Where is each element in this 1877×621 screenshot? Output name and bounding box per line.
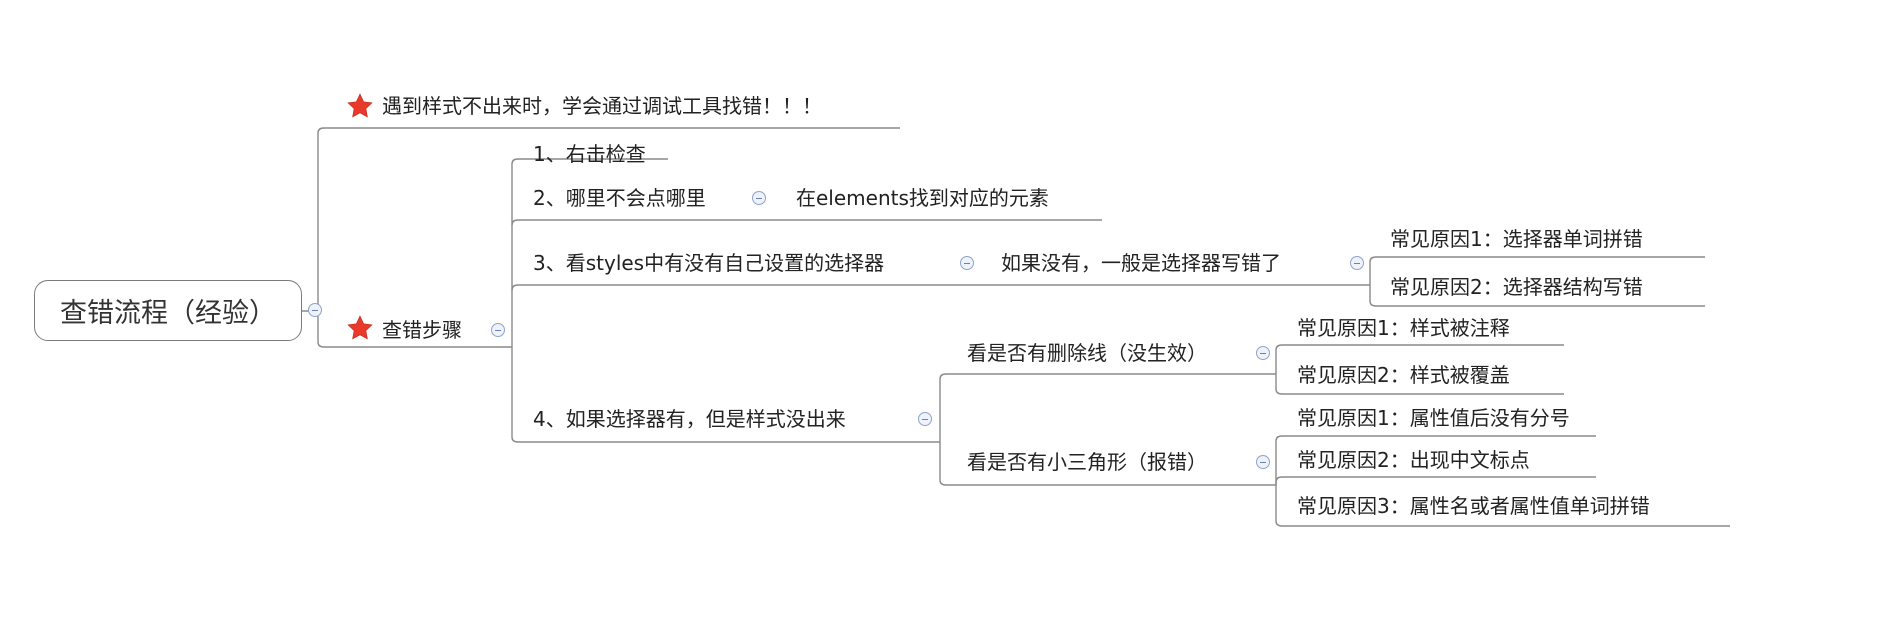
collapse-root-icon[interactable] [308,303,322,317]
collapse-sub2-icon[interactable] [1256,455,1270,469]
connector-step3 [511,284,978,291]
collapse-sub1-icon[interactable] [1256,346,1270,360]
connector-step2 [511,219,1102,226]
step-1[interactable]: 1、右击检查 [533,141,646,167]
collapse-step3-icon[interactable] [960,256,974,270]
collapse-step4-icon[interactable] [918,412,932,426]
cause-b1[interactable]: 常见原因1：样式被注释 [1297,315,1510,341]
step-4[interactable]: 4、如果选择器有，但是样式没出来 [533,406,846,432]
branch-steps[interactable]: 查错步骤 [382,317,462,343]
collapse-step3-child-icon[interactable] [1350,256,1364,270]
cause-c3[interactable]: 常见原因3：属性名或者属性值单词拼错 [1297,493,1650,519]
connector-cause-c2 [1275,476,1596,485]
sub-strikethrough[interactable]: 看是否有删除线（没生效） [967,340,1207,366]
step-2-child[interactable]: 在elements找到对应的元素 [796,185,1049,211]
cause-a2[interactable]: 常见原因2：选择器结构写错 [1390,274,1643,300]
branch-debug-tip[interactable]: 遇到样式不出来时，学会通过调试工具找错！！！ [382,93,822,119]
root-node[interactable]: 查错流程（经验） [34,280,302,341]
collapse-steps-icon[interactable] [491,323,505,337]
cause-c2[interactable]: 常见原因2：出现中文标点 [1297,447,1530,473]
star-icon [347,315,373,340]
star-icon [347,93,373,118]
step-3[interactable]: 3、看styles中有没有自己设置的选择器 [533,250,884,276]
step-2[interactable]: 2、哪里不会点哪里 [533,185,706,211]
cause-b2[interactable]: 常见原因2：样式被覆盖 [1297,362,1510,388]
collapse-step2-icon[interactable] [752,191,766,205]
cause-c1[interactable]: 常见原因1：属性值后没有分号 [1297,405,1570,431]
cause-a1[interactable]: 常见原因1：选择器单词拼错 [1390,226,1643,252]
step-3-child[interactable]: 如果没有，一般是选择器写错了 [1001,250,1281,276]
connector-sub1 [939,373,1276,442]
sub-triangle[interactable]: 看是否有小三角形（报错） [967,449,1207,475]
mind-map: 查错流程（经验） 遇到样式不出来时，学会通过调试工具找错！！！ 查错步骤 1、右… [0,0,1877,621]
